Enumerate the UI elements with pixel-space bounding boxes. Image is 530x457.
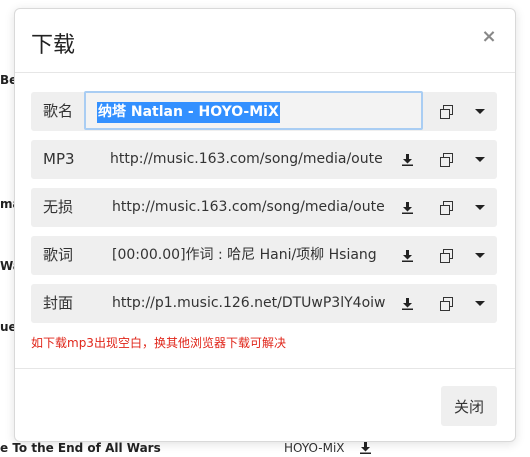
download-button[interactable] [395, 284, 419, 323]
download-button[interactable] [395, 188, 419, 227]
copy-button[interactable] [434, 92, 458, 131]
caret-down-icon [475, 253, 485, 258]
download-button[interactable] [395, 236, 419, 275]
song-name-value[interactable]: 纳塔 Natlan - HOYO-MiX [97, 102, 280, 123]
download-icon [401, 153, 413, 166]
row-cover: 封面 http://p1.music.126.net/DTUwP3lY4oiw [31, 284, 497, 323]
caret-down-icon [475, 157, 485, 162]
download-button[interactable] [395, 140, 419, 179]
footer-divider [15, 368, 515, 369]
copy-icon [439, 297, 453, 311]
caret-down-icon [475, 109, 485, 114]
lyrics-field[interactable]: [00:00.00]作词 : 哈尼 Hani/项柳 Hsiang [112, 236, 390, 275]
row-label: 歌词 [43, 246, 74, 264]
copy-icon [439, 249, 453, 263]
copy-button[interactable] [434, 284, 458, 323]
row-lossless: 无损 http://music.163.com/song/media/oute [31, 188, 497, 227]
download-icon [401, 201, 413, 214]
copy-button[interactable] [434, 188, 458, 227]
row-label: 歌名 [43, 102, 74, 120]
row-song-name: 歌名 纳塔 Natlan - HOYO-MiX [31, 91, 497, 131]
copy-button[interactable] [434, 140, 458, 179]
modal-title: 下载 [31, 33, 76, 58]
download-icon [401, 297, 413, 310]
row-label: MP3 [43, 150, 75, 168]
caret-down-icon [475, 205, 485, 210]
download-rows: 歌名 纳塔 Natlan - HOYO-MiX MP3 http://music… [31, 91, 497, 332]
row-label: 封面 [43, 294, 74, 312]
dropdown-button[interactable] [468, 236, 492, 275]
download-icon [401, 249, 413, 262]
copy-icon [439, 153, 453, 167]
download-modal: 下载 × 歌名 纳塔 Natlan - HOYO-MiX MP3 http://… [14, 8, 516, 442]
copy-icon [439, 105, 453, 119]
close-icon[interactable]: × [479, 25, 499, 49]
bg-song-row: e To the End of All Wars HOYO-MiX [0, 441, 530, 455]
caret-down-icon [475, 301, 485, 306]
mp3-url-field[interactable]: http://music.163.com/song/media/oute [110, 140, 390, 179]
download-icon[interactable] [360, 442, 371, 457]
row-label: 无损 [43, 198, 74, 216]
dropdown-button[interactable] [468, 188, 492, 227]
song-name-input[interactable]: 纳塔 Natlan - HOYO-MiX [84, 91, 423, 130]
close-button[interactable]: 关闭 [441, 386, 497, 426]
cover-url-field[interactable]: http://p1.music.126.net/DTUwP3lY4oiw [112, 284, 390, 323]
row-mp3: MP3 http://music.163.com/song/media/oute [31, 140, 497, 179]
modal-header: 下载 × [15, 9, 515, 73]
dropdown-button[interactable] [468, 140, 492, 179]
lossless-url-field[interactable]: http://music.163.com/song/media/oute [112, 188, 390, 227]
dropdown-button[interactable] [468, 284, 492, 323]
row-lyrics: 歌词 [00:00.00]作词 : 哈尼 Hani/项柳 Hsiang [31, 236, 497, 275]
copy-icon [439, 201, 453, 215]
copy-button[interactable] [434, 236, 458, 275]
dropdown-button[interactable] [468, 92, 492, 131]
warning-text: 如下载mp3出现空白，换其他浏览器下载可解决 [31, 336, 286, 350]
